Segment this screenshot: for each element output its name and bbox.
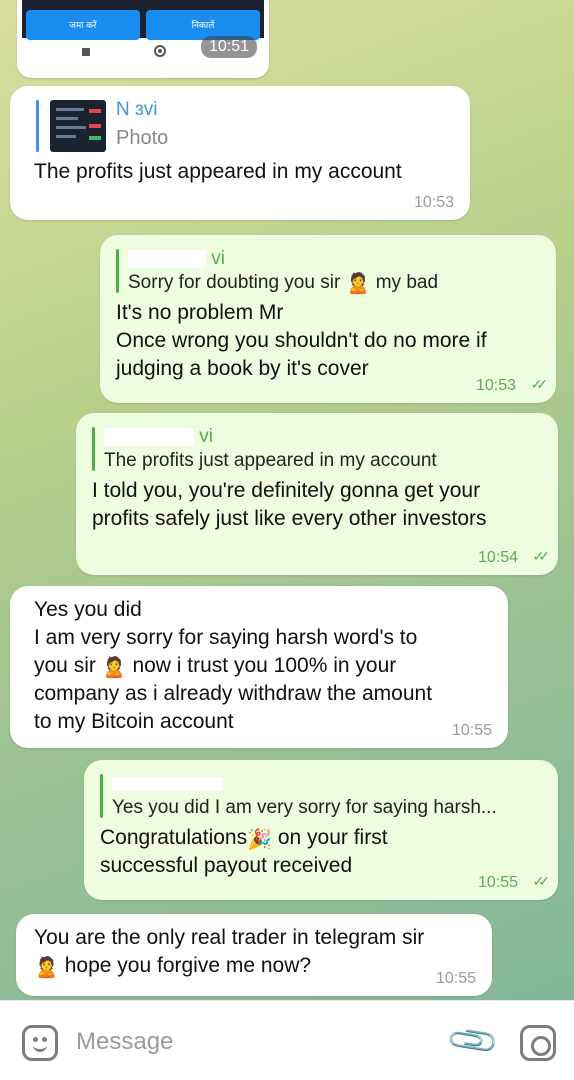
read-checkmarks-icon: ✓✓ — [530, 376, 549, 392]
reply-sender-name: vi — [211, 248, 226, 269]
read-checkmarks-icon: ✓✓ — [532, 873, 551, 889]
redacted-name — [112, 776, 222, 791]
message-text: I told you, you're definitely gonna get … — [92, 479, 487, 530]
reply-text: Yes you did I am very sorry for saying h… — [112, 797, 497, 818]
deposit-button-image: जमा करें — [26, 10, 140, 40]
reply-sender-name: vi — [199, 426, 214, 447]
message-composer: Message 📎 — [0, 1000, 574, 1080]
reply-preview[interactable]: Yes you did I am very sorry for saying h… — [100, 772, 542, 820]
reply-text-after: my bad — [375, 272, 439, 293]
message-bubble-incoming[interactable]: You are the only real trader in telegram… — [16, 914, 492, 996]
message-time: 10:55 — [451, 722, 492, 739]
reply-preview[interactable]: vi The profits just appeared in my accou… — [92, 425, 542, 473]
party-popper-icon: 🎉 — [247, 829, 272, 851]
reply-sender-name: N ɜvi — [116, 99, 158, 120]
man-emoji-icon: 🙎 — [34, 957, 59, 979]
attach-icon[interactable]: 📎 — [444, 1012, 502, 1070]
man-emoji-icon: 🙎 — [101, 657, 127, 679]
message-input[interactable]: Message — [76, 1028, 173, 1056]
message-bubble-incoming[interactable]: Yes you did I am very sorry for saying h… — [10, 586, 508, 748]
reply-text: Sorry for doubting you sir — [128, 272, 341, 293]
message-time: 10:51 — [200, 36, 257, 58]
message-bubble-outgoing[interactable]: Yes you did I am very sorry for saying h… — [84, 760, 558, 900]
home-icon — [154, 45, 166, 57]
redacted-name — [128, 249, 206, 268]
message-time: 10:53 — [475, 377, 516, 394]
message-time: 10:55 — [477, 874, 518, 891]
message-text: The profits just appeared in my account — [34, 160, 402, 183]
message-text-continued: hope you forgive me now? — [58, 954, 312, 977]
chat-area[interactable]: जमा करें निकालें 10:51 N ɜvi Photo The p… — [0, 0, 574, 1000]
message-text: It's no problem Mr Once wrong you should… — [116, 301, 487, 380]
reply-bar — [36, 100, 39, 152]
reply-text: The profits just appeared in my account — [104, 450, 437, 471]
message-time: 10:54 — [477, 549, 518, 566]
message-time: 10:53 — [413, 194, 454, 211]
redacted-name — [104, 427, 194, 446]
read-checkmarks-icon: ✓✓ — [532, 548, 551, 564]
reply-preview[interactable]: vi Sorry for doubting you sir 🙎 my bad — [116, 247, 540, 295]
reply-type: Photo — [116, 127, 169, 149]
message-bubble-outgoing[interactable]: vi The profits just appeared in my accou… — [76, 413, 558, 575]
recent-apps-icon — [82, 48, 90, 56]
message-text: You are the only real trader in telegram… — [34, 926, 425, 949]
man-emoji-icon: 🙎 — [345, 273, 371, 295]
message-time: 10:55 — [435, 970, 476, 987]
emoji-icon[interactable] — [22, 1025, 58, 1061]
camera-icon[interactable] — [520, 1025, 556, 1061]
message-text: Congratulations — [100, 826, 248, 849]
message-bubble-outgoing[interactable]: vi Sorry for doubting you sir 🙎 my bad I… — [100, 235, 556, 403]
screenshot-image: जमा करें निकालें — [22, 0, 264, 40]
image-message[interactable]: जमा करें निकालें 10:51 — [17, 0, 269, 78]
photo-thumbnail — [50, 100, 106, 152]
message-bubble-incoming[interactable]: N ɜvi Photo The profits just appeared in… — [10, 86, 470, 220]
